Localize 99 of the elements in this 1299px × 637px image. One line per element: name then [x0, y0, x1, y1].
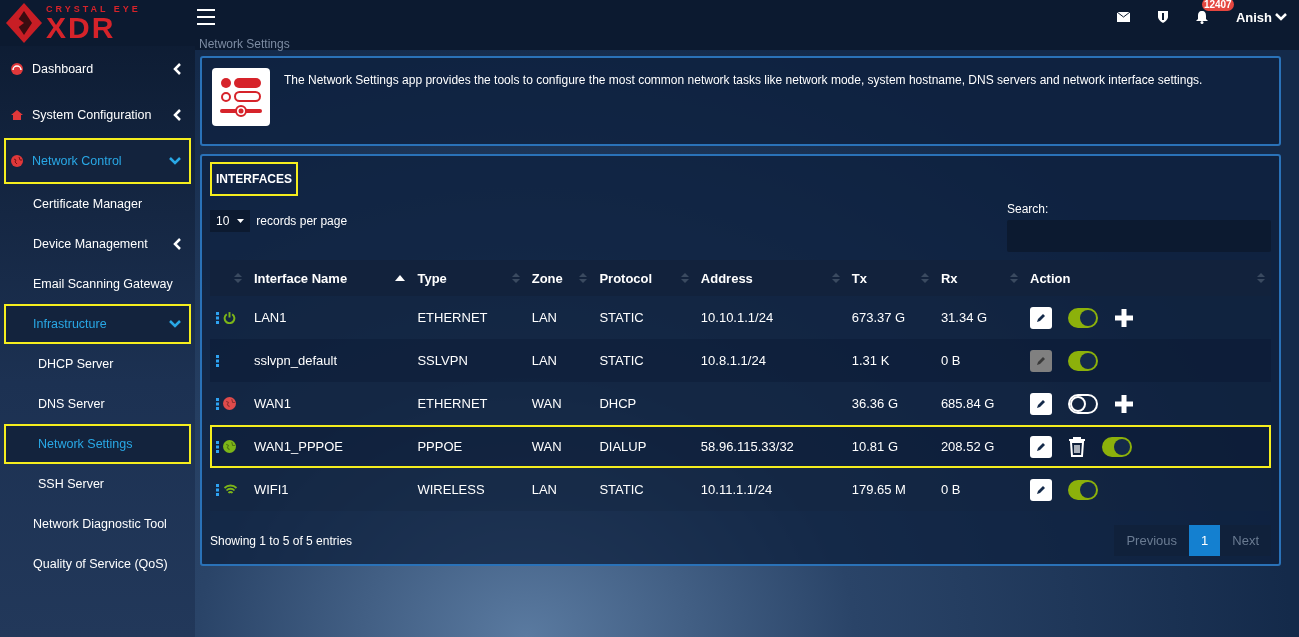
toggle-switch[interactable]	[1068, 479, 1098, 500]
sidebar-item[interactable]: DHCP Server	[4, 344, 191, 384]
table-cell: 10.8.1.1/24	[700, 353, 766, 368]
table-cell: WIRELESS	[417, 482, 485, 497]
drag-handle-icon[interactable]	[216, 311, 219, 324]
brand-tagline: CRYSTAL EYE	[46, 4, 141, 14]
toggle-switch[interactable]	[1068, 307, 1098, 328]
column-header[interactable]: Protocol	[593, 260, 695, 296]
toggle-switch[interactable]	[1068, 350, 1098, 371]
table-cell: STATIC	[599, 353, 644, 368]
table-cell: 1.31 K	[851, 353, 890, 368]
toggle-switch[interactable]	[1102, 436, 1132, 457]
settings-app-icon	[212, 68, 270, 126]
column-header[interactable]: Address	[694, 260, 846, 296]
column-header[interactable]: Type	[411, 260, 526, 296]
table-cell: 0 B	[940, 482, 961, 497]
pencil-icon	[1035, 354, 1047, 367]
search-label: Search:	[1007, 202, 1050, 216]
globe-icon	[10, 154, 24, 168]
mail-icon[interactable]	[1116, 12, 1130, 22]
section-title: INTERFACES	[210, 162, 298, 196]
user-menu[interactable]: Anish	[1235, 9, 1287, 25]
table-cell: 179.65 M	[851, 482, 906, 497]
menu-button[interactable]	[197, 9, 215, 25]
pencil-icon	[1035, 440, 1047, 453]
highlighted-menu-item[interactable]: Network Control	[4, 138, 191, 184]
edit-button[interactable]	[1030, 435, 1052, 458]
highlighted-menu-item[interactable]: Network Settings	[4, 424, 191, 464]
edit-button[interactable]	[1030, 478, 1052, 501]
table-cell: WAN	[531, 439, 562, 454]
drag-handle-icon[interactable]	[216, 397, 219, 410]
shield-icon[interactable]	[1157, 11, 1168, 23]
table-cell: ETHERNET	[417, 310, 488, 325]
table-cell: 685.84 G	[940, 396, 995, 411]
drag-handle-icon[interactable]	[216, 440, 219, 453]
pencil-icon	[1035, 483, 1047, 496]
sidebar-item[interactable]: DNS Server	[4, 384, 191, 424]
sidebar-item[interactable]: Quality of Service (QoS)	[4, 544, 191, 584]
table-cell: PPPOE	[417, 439, 463, 454]
drag-handle-icon[interactable]	[216, 483, 219, 496]
sidebar-item[interactable]: Network Diagnostic Tool	[4, 504, 191, 544]
sidebar-item[interactable]: Certificate Manager	[4, 184, 191, 224]
trash-icon[interactable]	[1068, 436, 1086, 457]
table-cell: DHCP	[599, 396, 637, 411]
sidebar-item[interactable]: System Configuration	[4, 92, 191, 138]
table-cell: LAN	[531, 353, 557, 368]
notification-badge: 12407	[1201, 0, 1234, 11]
sidebar-item[interactable]: SSH Server	[4, 464, 191, 504]
gauge-icon	[10, 62, 24, 76]
table-cell: 10.81 G	[851, 439, 898, 454]
diamond-logo-icon	[6, 3, 42, 43]
sidebar-item[interactable]: Device Management	[4, 224, 191, 264]
table-cell: STATIC	[599, 310, 644, 325]
table-cell: STATIC	[599, 482, 644, 497]
highlighted-menu-item[interactable]: Infrastructure	[4, 304, 191, 344]
column-header[interactable]: Interface Name	[247, 260, 412, 296]
table-cell: LAN	[531, 310, 557, 325]
page-size-select[interactable]: 10	[210, 210, 251, 232]
page-title: Network Settings	[199, 37, 290, 51]
table-cell: WAN1_PPPOE	[253, 439, 343, 454]
column-header[interactable]: Tx	[845, 260, 935, 296]
table-cell: ETHERNET	[417, 396, 488, 411]
plus-icon[interactable]	[1114, 307, 1134, 328]
column-header[interactable]: Action	[1024, 260, 1271, 296]
table-cell: SSLVPN	[417, 353, 468, 368]
table-cell: 36.36 G	[851, 396, 898, 411]
table-cell: 0 B	[940, 353, 961, 368]
drag-handle-icon[interactable]	[216, 354, 219, 367]
column-header[interactable]: Rx	[934, 260, 1024, 296]
pencil-icon	[1035, 397, 1047, 410]
table-cell: 673.37 G	[851, 310, 906, 325]
pagination-button[interactable]: 1	[1189, 525, 1221, 556]
edit-button[interactable]	[1030, 392, 1052, 415]
sidebar-item[interactable]: Email Scanning Gateway	[4, 264, 191, 304]
home-icon	[10, 108, 24, 122]
table-cell: WAN1	[253, 396, 291, 411]
table-cell: 10.11.1.1/24	[700, 482, 773, 497]
caret-icon	[237, 219, 245, 223]
table-cell: LAN1	[253, 310, 287, 325]
bell-icon[interactable]	[1195, 10, 1208, 24]
table-cell: WIFI1	[253, 482, 289, 497]
table-cell: 58.96.115.33/32	[700, 439, 794, 454]
entries-summary: Showing 1 to 5 of 5 entries	[210, 533, 353, 548]
table-cell: DIALUP	[599, 439, 647, 454]
page-size-label: records per page	[256, 214, 348, 228]
sidebar-item[interactable]: Dashboard	[4, 46, 191, 92]
intro-text: The Network Settings app provides the tools to configure the most common network tasks like network mode, system hostname, DNS servers and network interface settings.	[284, 72, 1203, 89]
edit-button[interactable]	[1030, 306, 1052, 329]
table-cell: LAN	[531, 482, 557, 497]
pencil-icon	[1035, 311, 1047, 324]
chevron-down-icon	[1275, 13, 1287, 21]
column-header[interactable]: Zone	[525, 260, 594, 296]
table-cell: sslvpn_default	[253, 353, 338, 368]
table-cell: 10.10.1.1/24	[700, 310, 774, 325]
table-cell: WAN	[531, 396, 562, 411]
table-cell: 208.52 G	[940, 439, 995, 454]
brand-name: XDR	[46, 13, 116, 42]
plus-icon[interactable]	[1114, 393, 1134, 414]
table-cell: 31.34 G	[940, 310, 988, 325]
